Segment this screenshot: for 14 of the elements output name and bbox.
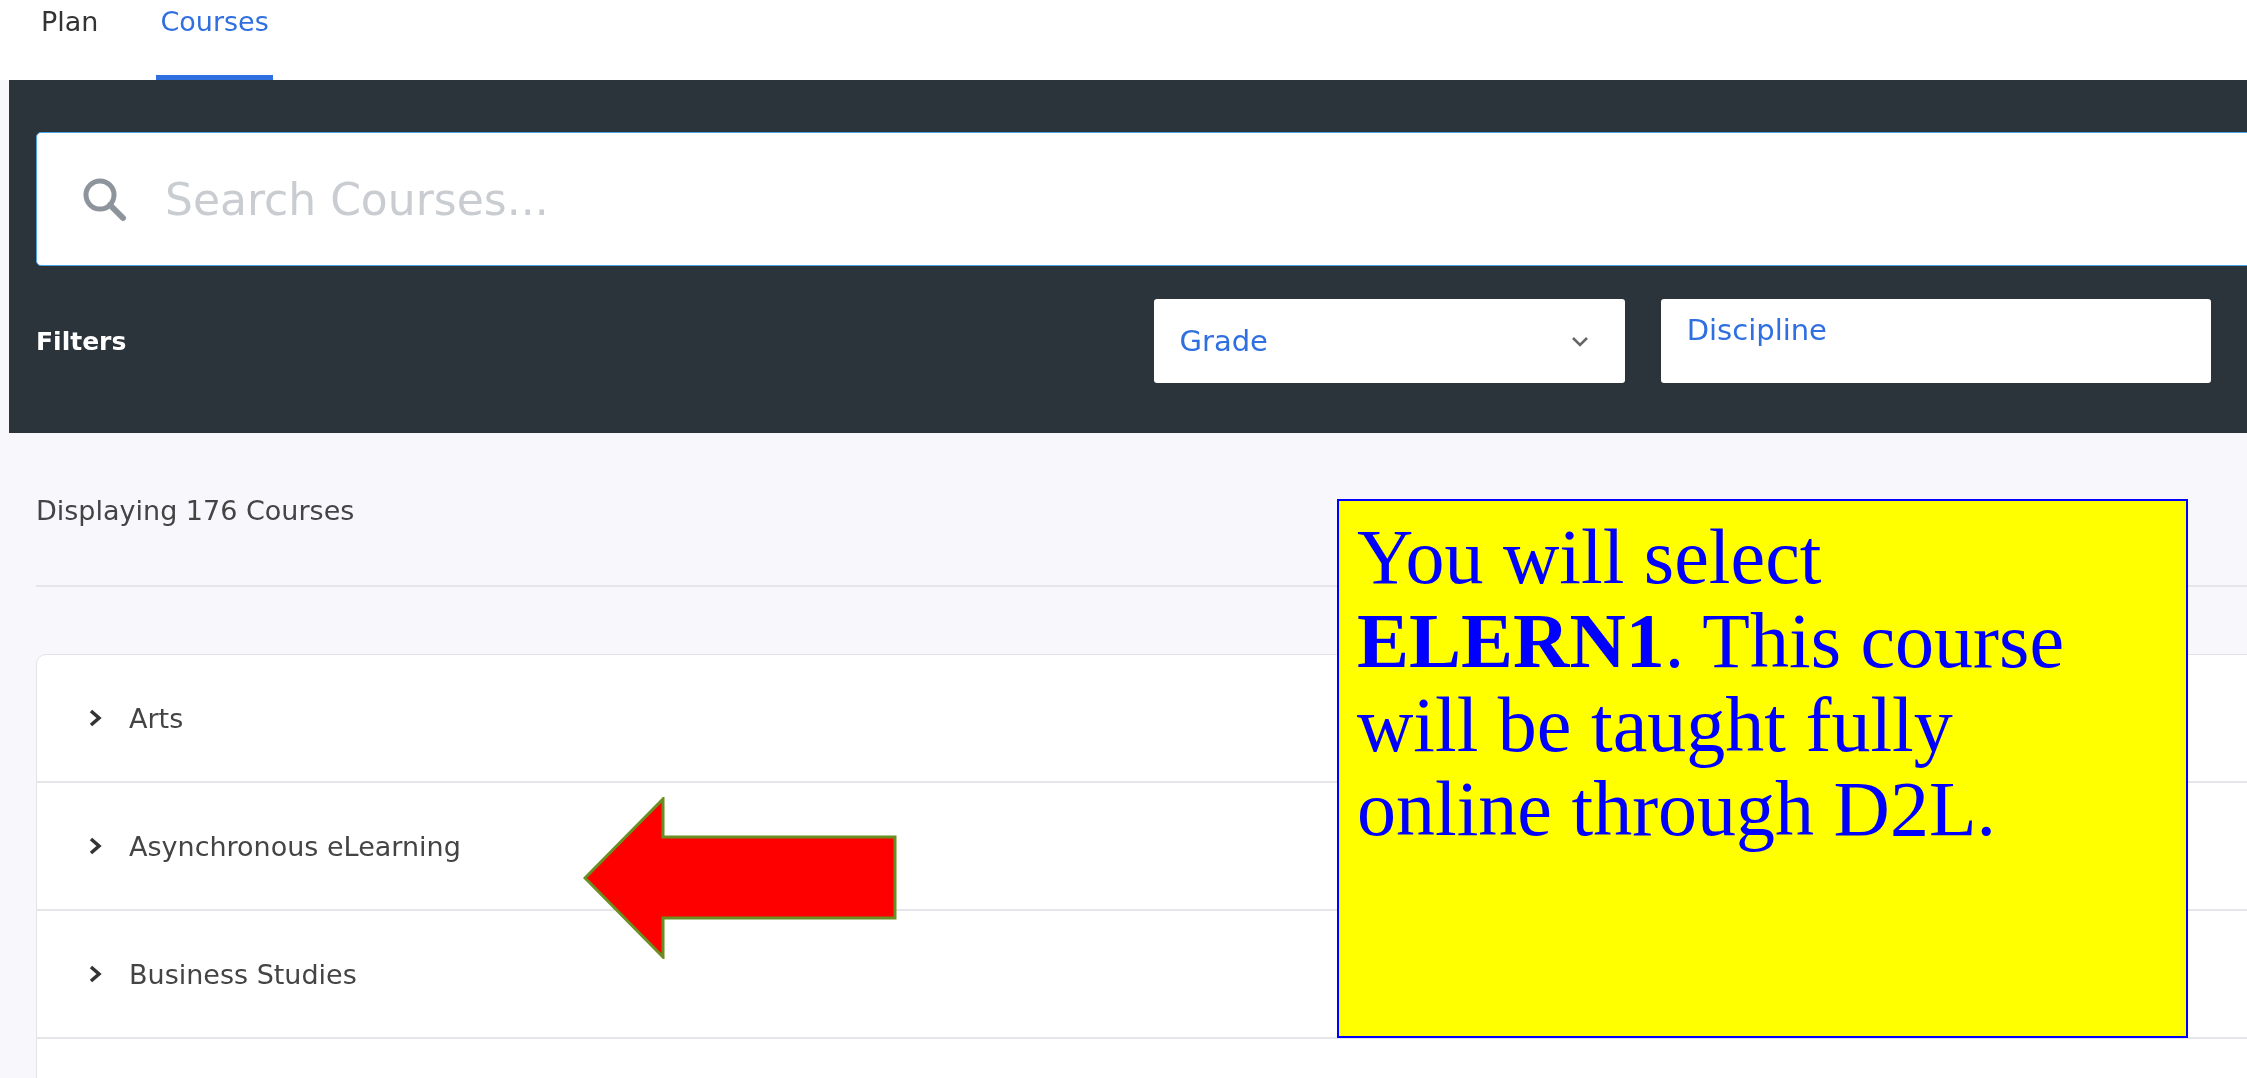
chevron-right-icon	[87, 707, 103, 729]
chevron-right-icon	[87, 835, 103, 857]
category-row[interactable]: Asynchronous eLearning	[81, 824, 467, 868]
tab[interactable]: Plan	[37, 0, 103, 80]
chevron-right-icon	[87, 963, 103, 985]
dropdown[interactable]: Grade	[1153, 299, 1625, 383]
dropdown[interactable]: Discipline	[1660, 299, 2211, 383]
result-count: Displaying 176 Courses	[36, 495, 355, 526]
search-icon	[81, 176, 127, 222]
callout-note: You will select ELERN1. This course will be taught fully online through D2L.	[1337, 499, 2188, 1038]
category-row[interactable]: Business Studies	[81, 952, 363, 996]
category-row[interactable]: Arts	[81, 696, 190, 740]
filters-label: Filters	[36, 326, 128, 356]
chevron-down-icon	[1570, 335, 1589, 347]
